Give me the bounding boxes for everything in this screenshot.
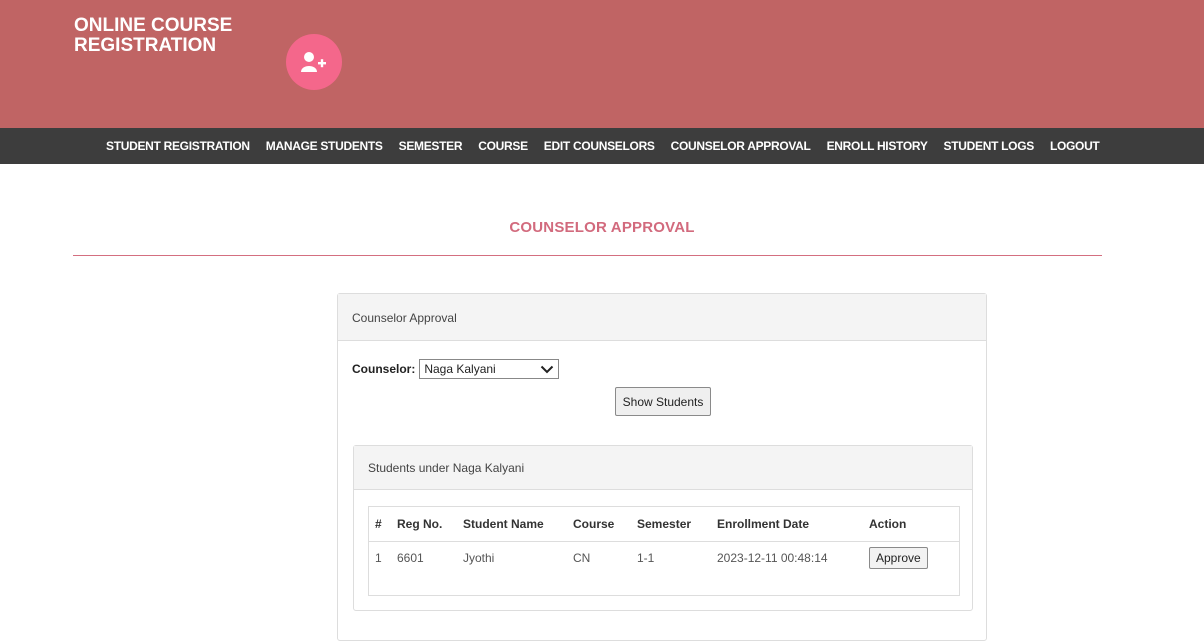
header-bar: ONLINE COURSE REGISTRATION [0,0,1204,128]
nav-manage-students[interactable]: MANAGE STUDENTS [266,139,383,153]
chevron-down-icon [541,365,554,373]
counselor-label: Counselor: [352,362,416,376]
counselor-selected-value: Naga Kalyani [424,362,496,376]
nav-counselor-approval[interactable]: COUNSELOR APPROVAL [671,139,811,153]
nav-enroll-history[interactable]: ENROLL HISTORY [827,139,928,153]
main-nav: STUDENT REGISTRATION MANAGE STUDENTS SEM… [0,128,1204,164]
column-header-semester: Semester [631,507,711,542]
table-row: 1 6601 Jyothi CN 1-1 2023-12-11 00:48:14… [369,541,959,575]
nav-semester[interactable]: SEMESTER [399,139,463,153]
students-panel: Students under Naga Kalyani # Reg No. St… [353,445,973,611]
cell-action: Approve [863,541,959,575]
students-table-wrap: # Reg No. Student Name Course Semester E… [368,506,960,596]
page-title: COUNSELOR APPROVAL [509,219,695,236]
nav-menu: STUDENT REGISTRATION MANAGE STUDENTS SEM… [106,128,1115,164]
students-table: # Reg No. Student Name Course Semester E… [369,507,959,575]
students-panel-heading: Students under Naga Kalyani [354,446,972,490]
table-header-row: # Reg No. Student Name Course Semester E… [369,507,959,542]
cell-course: CN [573,551,591,566]
nav-student-registration[interactable]: STUDENT REGISTRATION [106,139,250,153]
column-header-course: Course [567,507,631,542]
title-divider [73,255,1102,256]
brand-title[interactable]: ONLINE COURSE REGISTRATION [74,16,274,56]
column-header-action: Action [863,507,959,542]
user-plus-icon [286,34,342,90]
column-header-student-name: Student Name [457,507,567,542]
user-plus-icon-glyph [301,52,326,72]
column-header-enrollment-date: Enrollment Date [711,507,863,542]
show-students-button[interactable]: Show Students [615,387,711,416]
cell-semester: 1-1 [637,551,655,566]
approve-button[interactable]: Approve [869,547,928,570]
nav-student-logs[interactable]: STUDENT LOGS [944,139,1035,153]
nav-edit-counselors[interactable]: EDIT COUNSELORS [544,139,655,153]
cell-enrollment-date: 2023-12-11 00:48:14 [717,551,828,566]
column-header-index: # [369,507,391,542]
counselor-filter: Counselor: Naga Kalyani [352,359,560,379]
panel-heading: Counselor Approval [338,294,986,341]
nav-course[interactable]: COURSE [478,139,528,153]
cell-index: 1 [375,551,382,566]
counselor-approval-panel: Counselor Approval Counselor: Naga Kalya… [337,293,987,641]
counselor-select[interactable]: Naga Kalyani [419,359,560,379]
cell-reg-no: 6601 [397,551,424,566]
cell-student-name: Jyothi [463,551,495,566]
column-header-reg-no: Reg No. [391,507,457,542]
nav-logout[interactable]: LOGOUT [1050,139,1100,153]
